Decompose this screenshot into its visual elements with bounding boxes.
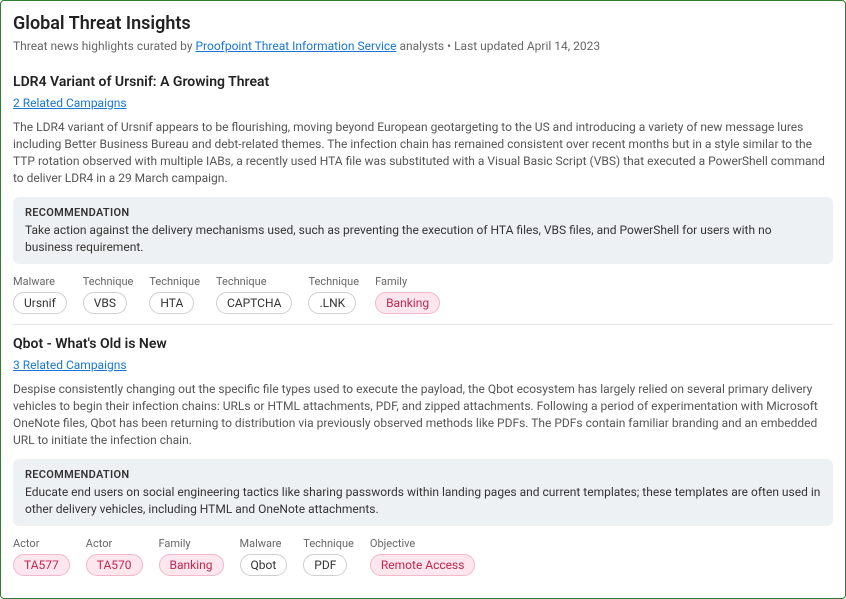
recommendation-title: RECOMMENDATION bbox=[25, 467, 821, 482]
tag-label: Actor bbox=[86, 536, 112, 551]
tag-group: Technique .LNK bbox=[308, 274, 359, 314]
tag-pill[interactable]: TA577 bbox=[13, 554, 70, 576]
tag-group: Technique CAPTCHA bbox=[216, 274, 293, 314]
page-subtitle: Threat news highlights curated by Proofp… bbox=[13, 38, 833, 55]
tag-pill[interactable]: Qbot bbox=[240, 554, 288, 576]
tag-label: Technique bbox=[149, 274, 200, 289]
tag-label: Family bbox=[375, 274, 407, 289]
article-body: Despise consistently changing out the sp… bbox=[13, 381, 833, 448]
tag-label: Objective bbox=[370, 536, 415, 551]
tag-label: Family bbox=[159, 536, 191, 551]
sub-prefix: Threat news highlights curated by bbox=[13, 39, 195, 53]
tag-group: Malware Qbot bbox=[240, 536, 288, 576]
related-campaigns-link[interactable]: 3 Related Campaigns bbox=[13, 357, 127, 374]
tag-pill[interactable]: CAPTCHA bbox=[216, 292, 293, 314]
tag-pill[interactable]: PDF bbox=[303, 554, 347, 576]
tag-group: Objective Remote Access bbox=[370, 536, 476, 576]
tag-row: Actor TA577 Actor TA570 Family Banking Malware… bbox=[13, 536, 833, 576]
recommendation-box: RECOMMENDATION Take action against the de… bbox=[13, 197, 833, 264]
tag-group: Family Banking bbox=[375, 274, 440, 314]
tag-group: Actor TA570 bbox=[86, 536, 143, 576]
tag-group: Technique VBS bbox=[83, 274, 134, 314]
recommendation-title: RECOMMENDATION bbox=[25, 205, 821, 220]
tag-pill[interactable]: HTA bbox=[149, 292, 194, 314]
page-title: Global Threat Insights bbox=[13, 11, 833, 36]
service-link[interactable]: Proofpoint Threat Information Service bbox=[195, 39, 396, 53]
tag-pill[interactable]: TA570 bbox=[86, 554, 143, 576]
recommendation-box: RECOMMENDATION Educate end users on socia… bbox=[13, 459, 833, 526]
tag-pill[interactable]: Banking bbox=[159, 554, 224, 576]
related-campaigns-link[interactable]: 2 Related Campaigns bbox=[13, 95, 127, 112]
recommendation-body: Educate end users on social engineering … bbox=[25, 484, 821, 518]
tag-group: Malware Ursnif bbox=[13, 274, 67, 314]
sub-suffix: analysts • Last updated April 14, 2023 bbox=[397, 39, 601, 53]
tag-label: Technique bbox=[216, 274, 267, 289]
tag-label: Malware bbox=[240, 536, 282, 551]
recommendation-body: Take action against the delivery mechani… bbox=[25, 222, 821, 256]
tag-label: Actor bbox=[13, 536, 39, 551]
tag-pill[interactable]: Banking bbox=[375, 292, 440, 314]
tag-group: Technique PDF bbox=[303, 536, 354, 576]
article: LDR4 Variant of Ursnif: A Growing Threat… bbox=[13, 69, 833, 324]
tag-pill[interactable]: .LNK bbox=[308, 292, 356, 314]
tag-pill[interactable]: Remote Access bbox=[370, 554, 476, 576]
tag-pill[interactable]: VBS bbox=[83, 292, 127, 314]
tag-group: Family Banking bbox=[159, 536, 224, 576]
tag-label: Technique bbox=[308, 274, 359, 289]
article-body: The LDR4 variant of Ursnif appears to be… bbox=[13, 119, 833, 186]
tag-label: Technique bbox=[83, 274, 134, 289]
tag-group: Technique HTA bbox=[149, 274, 200, 314]
article: Qbot - What's Old is New 3 Related Campai… bbox=[13, 324, 833, 586]
tag-row: MalwareUrsnifTechniqueVBSTechniqueHTATec… bbox=[13, 274, 833, 314]
article-title: Qbot - What's Old is New bbox=[13, 335, 833, 355]
tag-pill[interactable]: Ursnif bbox=[13, 292, 67, 314]
tag-group: Actor TA577 bbox=[13, 536, 70, 576]
tag-label: Technique bbox=[303, 536, 354, 551]
article-title: LDR4 Variant of Ursnif: A Growing Threat bbox=[13, 73, 833, 93]
tag-label: Malware bbox=[13, 274, 55, 289]
